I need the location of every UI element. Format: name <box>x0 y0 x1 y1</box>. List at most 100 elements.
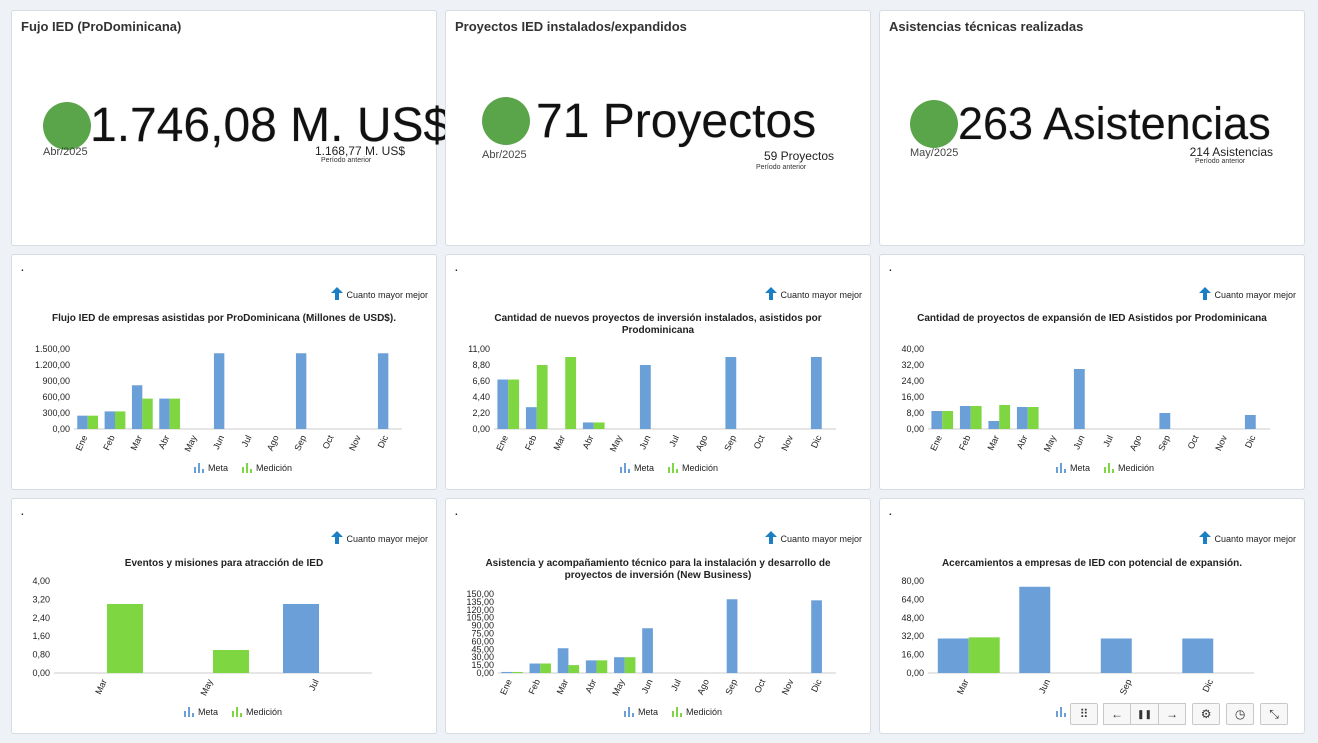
legend-meta[interactable]: Meta <box>184 707 218 717</box>
drag-handle-icon[interactable]: ⠿ <box>1070 703 1098 725</box>
kpi-previous-label: Período anterior <box>321 157 372 164</box>
kpi-card-3[interactable]: Asistencias técnicas realizadas 263 Asis… <box>879 10 1305 246</box>
chart-legend: Meta Medición <box>1056 463 1154 473</box>
kpi-value: 263 Asistencias <box>958 98 1271 149</box>
chart-card-2[interactable]: . Cuanto mayor mejor Cantidad de nuevos pr… <box>445 254 871 490</box>
bar-medición[interactable] <box>213 650 249 673</box>
bar-meta[interactable] <box>283 604 319 673</box>
bar-meta[interactable] <box>557 648 569 673</box>
bar-meta[interactable] <box>77 415 88 429</box>
chart-card-3[interactable]: . Cuanto mayor mejor Cantidad de proyectos… <box>879 254 1305 490</box>
y-tick-label: 2,20 <box>472 408 490 418</box>
x-tick-label: Abr <box>583 678 598 695</box>
x-tick-label: Jun <box>640 678 655 695</box>
x-tick-label: May <box>1042 433 1058 453</box>
bar-meta[interactable] <box>501 671 513 673</box>
bar-meta[interactable] <box>529 663 541 673</box>
bar-meta[interactable] <box>1016 407 1028 429</box>
bar-meta[interactable] <box>295 353 307 429</box>
bar-medición[interactable] <box>596 660 608 673</box>
x-tick-label: Mar <box>93 678 109 696</box>
legend-meta[interactable]: Meta <box>620 463 654 473</box>
bar-medición[interactable] <box>142 398 153 429</box>
bar-medición[interactable] <box>568 665 580 673</box>
bar-medición[interactable] <box>942 411 954 429</box>
bar-medición[interactable] <box>536 365 548 429</box>
previous-button[interactable]: ← <box>1103 703 1131 725</box>
bar-meta[interactable] <box>1100 638 1132 674</box>
chart-card-1[interactable]: . Cuanto mayor mejor Flujo IED de empresas… <box>11 254 437 490</box>
bar-chart: 0,00 0,80 1,60 2,40 3,20 4,00 Mar May Jul <box>32 576 372 697</box>
bar-meta[interactable] <box>497 379 509 429</box>
bar-medición[interactable] <box>624 657 636 673</box>
kpi-card-2[interactable]: Proyectos IED instalados/expandidos 71 P… <box>445 10 871 246</box>
bar-meta[interactable] <box>1073 369 1085 429</box>
legend-meta[interactable]: Meta <box>194 463 228 473</box>
bar-medición[interactable] <box>593 422 605 429</box>
playback-group: ← ❚❚ → <box>1103 703 1187 725</box>
bar-meta[interactable] <box>1159 413 1171 429</box>
bar-medición[interactable] <box>540 663 551 673</box>
bar-meta[interactable] <box>582 422 594 429</box>
legend-meta[interactable]: Meta <box>1056 463 1090 473</box>
bar-meta[interactable] <box>377 353 389 429</box>
bar-meta[interactable] <box>1182 638 1214 674</box>
bar-meta[interactable] <box>585 660 597 673</box>
chart-card-5[interactable]: . Cuanto mayor mejor Asistencia y acompaña… <box>445 498 871 734</box>
bar-medición[interactable] <box>1027 407 1039 429</box>
pause-button[interactable]: ❚❚ <box>1130 703 1160 725</box>
bar-medición[interactable] <box>565 357 577 429</box>
bar-medición[interactable] <box>107 604 143 673</box>
y-tick-label: 0,80 <box>32 650 50 660</box>
x-tick-label: Jun <box>1037 678 1052 695</box>
bar-medición[interactable] <box>87 415 99 429</box>
legend-medicion[interactable]: Medición <box>1104 463 1154 473</box>
x-tick-label: May <box>608 433 624 453</box>
bar-meta[interactable] <box>988 421 1000 429</box>
legend-medicion[interactable]: Medición <box>232 707 282 717</box>
bar-meta[interactable] <box>104 411 115 429</box>
kpi-card-1[interactable]: Fujo IED (ProDominicana) 1.746,08 M. US$… <box>11 10 450 246</box>
bar-medición[interactable] <box>169 398 181 429</box>
legend-label: Meta <box>198 707 219 717</box>
chart-card-6[interactable]: . Cuanto mayor mejor Acercamientos a empre… <box>879 498 1305 734</box>
collapse-button[interactable]: ⤡ <box>1260 703 1289 725</box>
settings-button[interactable]: ⚙ <box>1192 703 1221 725</box>
bar-medición[interactable] <box>999 405 1011 429</box>
bar-meta[interactable] <box>937 638 969 674</box>
bar-meta[interactable] <box>931 411 943 429</box>
bar-meta[interactable] <box>614 657 625 673</box>
chart-card-4[interactable]: . Cuanto mayor mejor Eventos y misiones pa… <box>11 498 437 734</box>
bar-medición[interactable] <box>115 411 126 429</box>
bar-medición[interactable] <box>968 637 1000 673</box>
y-tick-label: 8,00 <box>906 408 924 418</box>
x-tick-label: Mar <box>551 434 567 452</box>
x-tick-label: Feb <box>101 434 117 452</box>
chart-legend: Meta Medición <box>620 463 718 473</box>
x-tick-label: Jun <box>211 434 226 451</box>
bar-meta[interactable] <box>213 353 225 429</box>
x-tick-label: Nov <box>1213 433 1229 452</box>
bar-meta[interactable] <box>1019 586 1051 673</box>
bar-medición[interactable] <box>508 379 520 429</box>
bar-meta[interactable] <box>959 406 971 429</box>
timer-button[interactable]: ◷ <box>1226 703 1255 725</box>
next-button[interactable]: → <box>1158 703 1187 725</box>
y-tick-label: 0,00 <box>906 668 924 678</box>
bar-meta[interactable] <box>131 385 143 429</box>
legend-medicion[interactable]: Medición <box>672 707 722 717</box>
legend-medicion[interactable]: Medición <box>242 463 292 473</box>
bar-meta[interactable] <box>159 398 170 429</box>
bar-meta[interactable] <box>639 365 651 429</box>
bar-meta[interactable] <box>725 357 737 429</box>
bar-meta[interactable] <box>726 599 738 673</box>
bar-meta[interactable] <box>1244 415 1256 429</box>
legend-meta[interactable]: Meta <box>624 707 658 717</box>
bar-medición[interactable] <box>512 671 523 673</box>
bar-medición[interactable] <box>970 406 982 429</box>
bar-meta[interactable] <box>810 357 822 429</box>
bar-meta[interactable] <box>525 407 537 429</box>
legend-medicion[interactable]: Medición <box>668 463 718 473</box>
bar-meta[interactable] <box>811 600 822 673</box>
bar-meta[interactable] <box>642 628 653 673</box>
